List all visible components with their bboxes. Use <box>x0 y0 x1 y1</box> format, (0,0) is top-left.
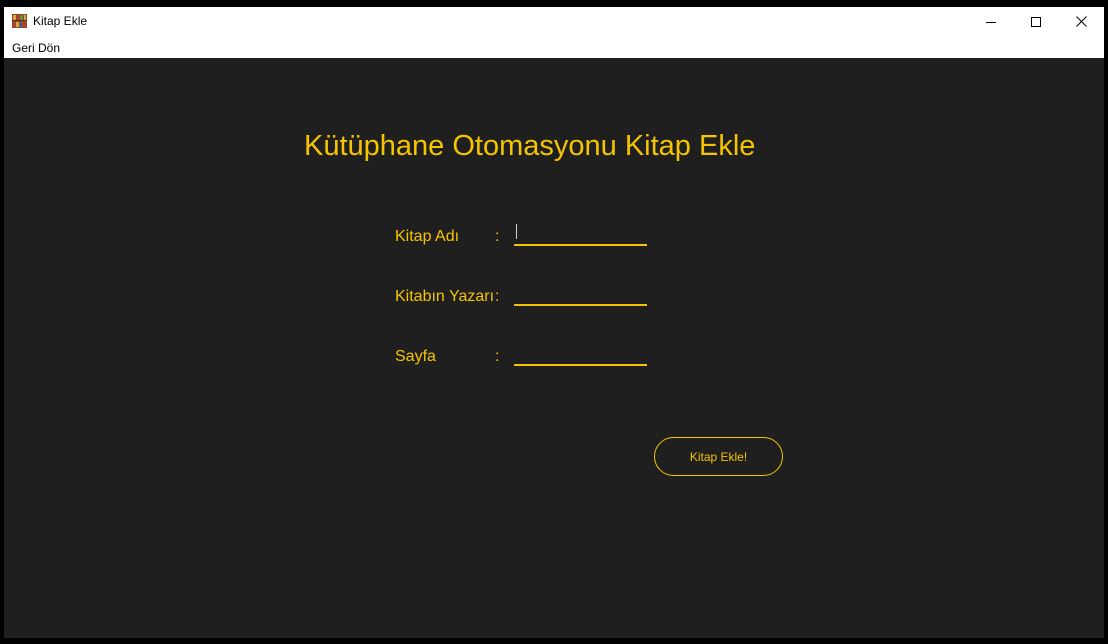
book-author-input[interactable] <box>514 284 647 306</box>
book-name-input[interactable] <box>514 224 647 246</box>
book-name-colon: : <box>495 228 500 245</box>
menu-item-back[interactable]: Geri Dön <box>12 41 60 55</box>
form-panel: Kütüphane Otomasyonu Kitap Ekle Kitap Ad… <box>4 58 1104 638</box>
page-count-label: Sayfa <box>395 348 436 365</box>
menu-bar: Geri Dön <box>4 36 1104 59</box>
maximize-icon <box>1031 16 1041 27</box>
close-button[interactable] <box>1058 7 1104 36</box>
maximize-button[interactable] <box>1013 7 1059 36</box>
book-name-label: Kitap Adı <box>395 228 460 245</box>
app-window: Kitap Ekle Geri Dön Kütüphane Otomasyonu… <box>4 7 1104 638</box>
page-count-input[interactable] <box>514 344 647 366</box>
minimize-button[interactable] <box>968 7 1014 36</box>
book-author-colon: : <box>495 288 500 305</box>
close-icon <box>1075 16 1087 27</box>
page-title: Kütüphane Otomasyonu Kitap Ekle <box>304 130 756 162</box>
minimize-icon <box>986 21 996 23</box>
add-book-button[interactable]: Kitap Ekle! <box>654 437 783 476</box>
page-count-colon: : <box>495 348 500 365</box>
title-bar[interactable]: Kitap Ekle <box>4 7 1104 36</box>
window-title: Kitap Ekle <box>33 14 88 28</box>
text-cursor <box>516 224 517 239</box>
books-icon <box>12 14 27 28</box>
book-author-label: Kitabın Yazarı <box>395 288 495 305</box>
